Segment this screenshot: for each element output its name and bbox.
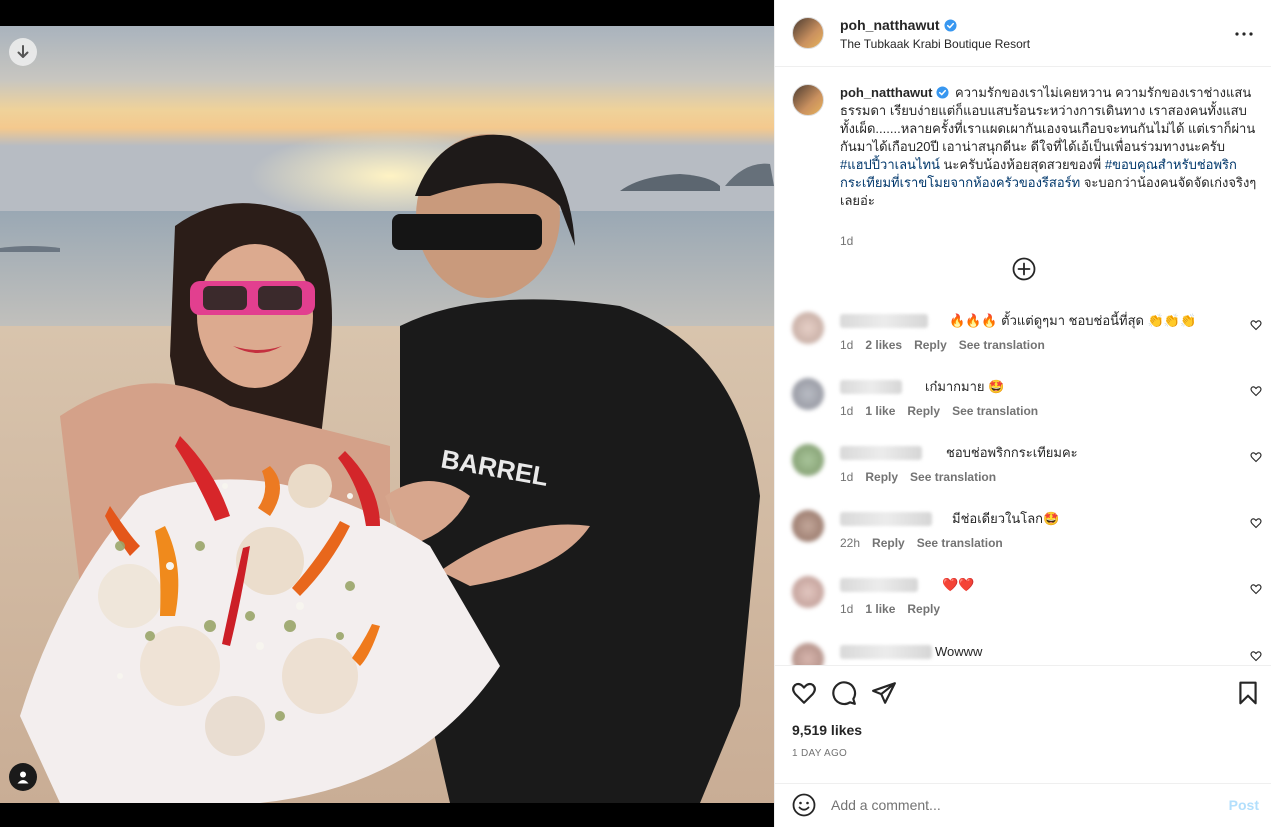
post-media: BARREL: [0, 0, 774, 827]
comment-item: เก๋มากมาย 🤩 1d 1 like Reply See translat…: [792, 378, 1262, 438]
comment-time[interactable]: 22h: [840, 536, 860, 550]
commenter-username-blurred[interactable]: [840, 645, 932, 659]
commenter-avatar[interactable]: [792, 510, 824, 542]
reply-button[interactable]: Reply: [907, 602, 940, 616]
commenter-username-blurred[interactable]: [840, 512, 932, 526]
comment-item: Wowww: [792, 643, 1262, 665]
comment-composer: Post: [775, 783, 1271, 827]
comment-item: ❤️❤️ 1d 1 like Reply: [792, 576, 1262, 636]
comment-item: 🔥🔥🔥 ตั้วแต่ดูๆมา ชอบช่อนี้ที่สุด 👏👏👏 1d …: [792, 312, 1262, 372]
plus-circle-icon: [1012, 257, 1036, 281]
post-actions: 9,519 likes 1 DAY AGO: [775, 665, 1271, 783]
post-side-panel: poh_natthawut The Tubkaak Krabi Boutique…: [774, 0, 1271, 827]
like-comment-heart-icon[interactable]: [1250, 583, 1262, 595]
load-more-comments-button[interactable]: [1012, 257, 1036, 281]
post-timestamp: 1 DAY AGO: [792, 748, 848, 759]
comment-meta: 22h Reply See translation: [840, 536, 1003, 550]
comment-meta: 1d Reply See translation: [840, 470, 996, 484]
commenter-avatar[interactable]: [792, 643, 824, 665]
comment-likes[interactable]: 1 like: [865, 602, 895, 616]
comment-time[interactable]: 1d: [840, 470, 853, 484]
comment-meta: 1d 2 likes Reply See translation: [840, 338, 1045, 352]
like-comment-heart-icon[interactable]: [1250, 319, 1262, 331]
caption-body-2: นะครับน้องห้อยสุดสวยของพี่: [939, 157, 1105, 172]
commenter-username-blurred[interactable]: [840, 314, 928, 328]
emoji-smiley-icon[interactable]: [792, 793, 816, 817]
comment-text: มีช่อเดียวในโลก🤩: [952, 511, 1060, 526]
comment-text: เก๋มากมาย 🤩: [925, 379, 1005, 394]
see-translation-button[interactable]: See translation: [910, 470, 996, 484]
reply-button[interactable]: Reply: [872, 536, 905, 550]
comment-meta: 1d 1 like Reply See translation: [840, 404, 1038, 418]
commenter-avatar[interactable]: [792, 312, 824, 344]
comment-meta: 1d 1 like Reply: [840, 602, 940, 616]
bookmark-icon[interactable]: [1235, 680, 1261, 706]
comment-text: ชอบช่อพริกกระเทียมคะ: [946, 445, 1078, 460]
post-photo[interactable]: BARREL: [0, 26, 774, 803]
like-comment-heart-icon[interactable]: [1250, 517, 1262, 529]
like-comment-heart-icon[interactable]: [1250, 650, 1262, 662]
commenter-avatar[interactable]: [792, 444, 824, 476]
more-options-button[interactable]: [1234, 24, 1254, 44]
hashtag-link[interactable]: #แฮปปี้วาเลนไทน์: [840, 157, 940, 172]
commenter-username-blurred[interactable]: [840, 380, 902, 394]
verified-badge-icon: [944, 18, 957, 32]
caption-author-avatar[interactable]: [792, 84, 824, 116]
see-translation-button[interactable]: See translation: [917, 536, 1003, 550]
comment-time[interactable]: 1d: [840, 338, 853, 352]
commenter-avatar[interactable]: [792, 576, 824, 608]
more-dots-icon: [1235, 32, 1253, 36]
add-comment-input[interactable]: [831, 792, 1211, 818]
commenter-avatar[interactable]: [792, 378, 824, 410]
comment-item: ชอบช่อพริกกระเทียมคะ 1d Reply See transl…: [792, 444, 1262, 504]
like-heart-icon[interactable]: [791, 680, 817, 706]
comment-text: 🔥🔥🔥 ตั้วแต่ดูๆมา ชอบช่อนี้ที่สุด 👏👏👏: [949, 313, 1197, 328]
like-comment-heart-icon[interactable]: [1250, 451, 1262, 463]
like-comment-heart-icon[interactable]: [1250, 385, 1262, 397]
reply-button[interactable]: Reply: [907, 404, 940, 418]
comment-likes[interactable]: 1 like: [865, 404, 895, 418]
verified-badge-icon: [936, 86, 949, 99]
post-location[interactable]: The Tubkaak Krabi Boutique Resort: [840, 37, 1030, 51]
reply-button[interactable]: Reply: [865, 470, 898, 484]
user-icon: [17, 771, 29, 784]
see-translation-button[interactable]: See translation: [952, 404, 1038, 418]
share-send-icon[interactable]: [871, 680, 897, 706]
commenter-username-blurred[interactable]: [840, 446, 922, 460]
comment-likes[interactable]: 2 likes: [865, 338, 902, 352]
arrow-down-icon: [17, 45, 29, 58]
see-translation-button[interactable]: See translation: [959, 338, 1045, 352]
comment-bubble-icon[interactable]: [831, 680, 857, 706]
post-header: poh_natthawut The Tubkaak Krabi Boutique…: [775, 0, 1271, 67]
author-username-text[interactable]: poh_natthawut: [840, 17, 940, 33]
commenter-username-blurred[interactable]: [840, 578, 918, 592]
comment-time[interactable]: 1d: [840, 602, 853, 616]
like-count[interactable]: 9,519 likes: [792, 722, 862, 738]
comments-list[interactable]: poh_natthawut ความรักของเราไม่เคยหวาน คว…: [775, 68, 1271, 665]
comment-item: มีช่อเดียวในโลก🤩 22h Reply See translati…: [792, 510, 1262, 570]
caption-time[interactable]: 1d: [840, 234, 853, 248]
download-button[interactable]: [9, 38, 37, 66]
author-username[interactable]: poh_natthawut: [840, 17, 957, 33]
post-comment-button[interactable]: Post: [1229, 797, 1259, 813]
comment-time[interactable]: 1d: [840, 404, 853, 418]
comment-text: ❤️❤️: [942, 577, 975, 592]
caption-text: poh_natthawut ความรักของเราไม่เคยหวาน คว…: [840, 84, 1260, 210]
comment-text: Wowww: [935, 644, 983, 659]
tagged-users-button[interactable]: [9, 763, 37, 791]
reply-button[interactable]: Reply: [914, 338, 947, 352]
caption-username[interactable]: poh_natthawut: [840, 85, 932, 100]
author-avatar[interactable]: [792, 17, 824, 49]
